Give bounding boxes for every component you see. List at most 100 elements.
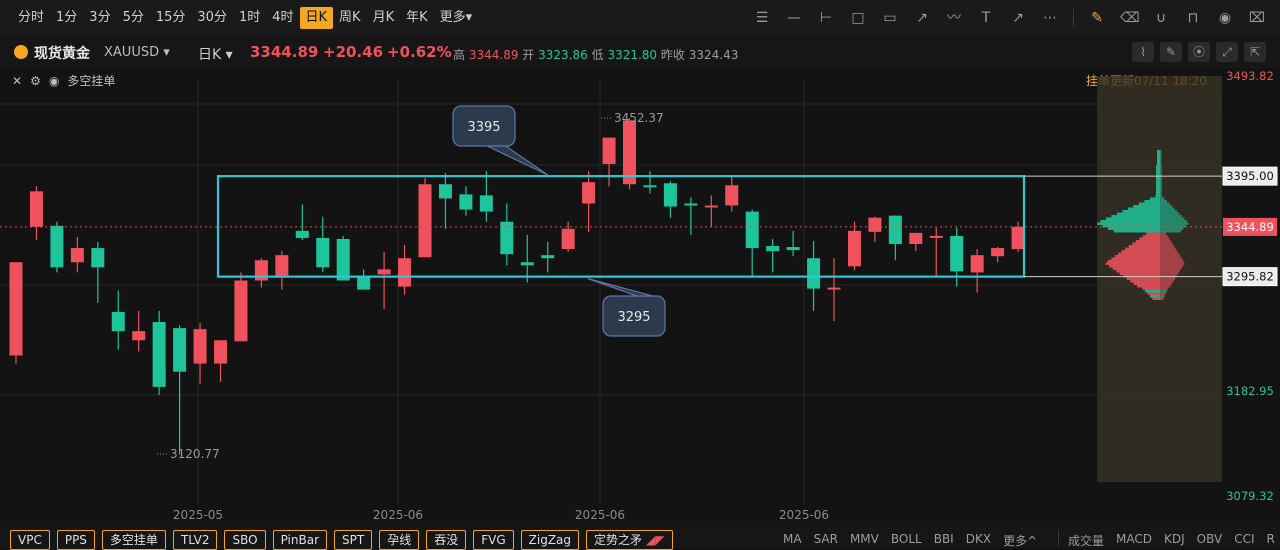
price-tick-label: 3295.82 (1226, 270, 1274, 284)
candle-body (970, 255, 984, 273)
candlestick-chart[interactable]: 3395 3295 3452.37 3120.77 3493.82 3395.00 334… (0, 0, 1280, 548)
ind-bbi[interactable]: BBI (934, 532, 954, 549)
order-profile-bar (1160, 207, 1175, 210)
order-profile-bar (1160, 282, 1172, 285)
candle-body (336, 238, 350, 281)
order-profile-bar (1160, 205, 1172, 208)
candle-body (316, 237, 330, 268)
order-profile-bar (1160, 267, 1182, 270)
btn-spt[interactable]: SPT (334, 530, 373, 550)
btn-trend-spear[interactable]: 定势之矛 ◢◤ (586, 530, 673, 550)
candle-body (766, 246, 780, 252)
candle-body (991, 248, 1005, 257)
candle-body (950, 235, 964, 272)
candle-body (704, 205, 718, 208)
candle (602, 137, 616, 187)
btn-sbo[interactable]: SBO (224, 530, 266, 550)
order-profile-bar (1160, 195, 1163, 198)
order-profile-bar (1127, 207, 1160, 210)
candle-body (786, 247, 800, 251)
btn-tlv2[interactable]: TLV2 (172, 530, 218, 550)
ind-boll[interactable]: BOLL (891, 532, 922, 549)
order-profile-bar (1111, 257, 1160, 260)
candle (766, 238, 780, 273)
indicator-divider (1058, 530, 1059, 546)
sub-indicators: 成交量 MACD KDJ OBV CCI R (1068, 532, 1275, 549)
candle (725, 177, 739, 212)
candle (438, 173, 452, 229)
ind-volume[interactable]: 成交量 (1068, 532, 1104, 549)
btn-zigzag[interactable]: ZigZag (520, 530, 580, 550)
candle-body (827, 287, 841, 290)
order-profile-bar (1160, 177, 1162, 180)
order-profile-bar (1109, 265, 1160, 268)
btn-harami[interactable]: 孕线 (379, 530, 420, 550)
candle-body (582, 182, 596, 204)
order-profile-bar (1160, 230, 1181, 233)
btn-vpc[interactable]: VPC (10, 530, 50, 550)
ind-kdj[interactable]: KDJ (1164, 532, 1185, 549)
order-profile-bar (1160, 250, 1178, 253)
low-price-label: 3120.77 (170, 447, 220, 461)
candle (500, 203, 514, 266)
order-profile-bar (1100, 220, 1160, 223)
order-profile-bar (1160, 210, 1177, 213)
order-profile-bar (1160, 240, 1171, 243)
candle-body (357, 276, 371, 290)
candle (336, 235, 350, 281)
candle (520, 234, 534, 283)
price-tick-label: 3493.82 (1226, 69, 1274, 83)
order-profile-bar (1160, 245, 1175, 248)
ind-sar[interactable]: SAR (814, 532, 838, 549)
order-profile-bar (1156, 167, 1160, 170)
order-profile-bar (1160, 242, 1173, 245)
candle-body (459, 194, 473, 210)
candle-body (132, 331, 146, 341)
ind-more[interactable]: 更多^ (1003, 532, 1037, 549)
ind-mmv[interactable]: MMV (850, 532, 879, 549)
candle (234, 272, 248, 342)
ind-dkx[interactable]: DKX (966, 532, 991, 549)
ind-cci[interactable]: CCI (1234, 532, 1254, 549)
order-profile-bar (1157, 152, 1160, 155)
candle (623, 118, 636, 190)
btn-pinbar[interactable]: PinBar (272, 530, 328, 550)
order-profile-bar (1116, 212, 1160, 215)
candle (295, 204, 309, 240)
candle (561, 221, 575, 253)
order-profile-bar (1160, 237, 1170, 240)
order-profile-bar (1160, 260, 1184, 263)
price-tick-label: 3079.32 (1226, 489, 1274, 503)
main-indicators: MA SAR MMV BOLL BBI DKX 更多^ (783, 532, 1037, 549)
order-profile-bar (1111, 215, 1160, 218)
order-profile-bar (1160, 280, 1174, 283)
order-profile-bar (1149, 197, 1160, 200)
order-profile-bar (1160, 220, 1187, 223)
price-axis-bg (1222, 68, 1280, 508)
order-profile-bar (1105, 217, 1160, 220)
ind-macd[interactable]: MACD (1116, 532, 1152, 549)
order-profile-bar (1160, 172, 1162, 175)
order-profile-bar (1160, 200, 1168, 203)
candle-body (1011, 226, 1025, 250)
candle-body (847, 230, 861, 267)
ind-r[interactable]: R (1266, 532, 1274, 549)
candle-body (643, 185, 657, 188)
btn-orders[interactable]: 多空挂单 (101, 530, 166, 550)
candle-body (295, 230, 309, 238)
candle-body (561, 228, 575, 250)
candle (479, 171, 493, 222)
ind-obv[interactable]: OBV (1197, 532, 1223, 549)
order-profile-bar (1122, 210, 1160, 213)
candle-body (745, 211, 759, 249)
order-profile-bar (1156, 192, 1160, 195)
btn-engulf[interactable]: 吞没 (426, 530, 467, 550)
btn-trend-spear-label: 定势之矛 (594, 533, 643, 547)
btn-pps[interactable]: PPS (56, 530, 95, 550)
candle (786, 230, 800, 257)
ind-ma[interactable]: MA (783, 532, 802, 549)
candle (684, 197, 698, 235)
btn-fvg[interactable]: FVG (473, 530, 514, 550)
order-profile-bar (1128, 245, 1160, 248)
order-profile-bar (1160, 247, 1176, 250)
